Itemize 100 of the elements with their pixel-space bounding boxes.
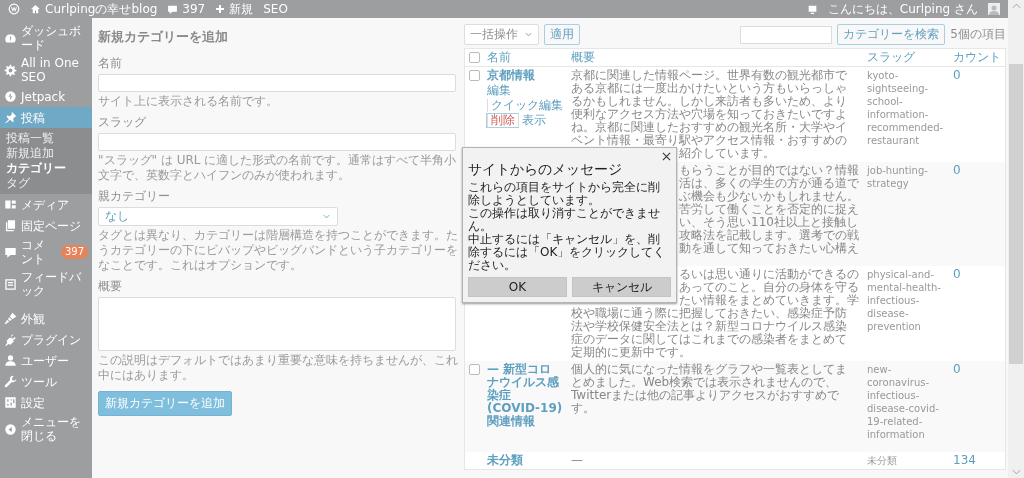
menu-item[interactable]: ツール: [0, 371, 92, 392]
help-text: "スラッグ" は URL に適した形式の名前です。通常はすべて半角小文字で、英数字とハイフンのみが使われます。: [98, 153, 458, 183]
add-category-button[interactable]: 新規カテゴリーを追加: [98, 391, 232, 416]
description-text: あってのこと。自分の身体を守る: [679, 281, 859, 294]
seo-link[interactable]: SEO: [263, 2, 288, 16]
category-link[interactable]: 未分類: [487, 454, 563, 467]
menu-item[interactable]: メディア: [0, 194, 92, 215]
menu-item[interactable]: フィードバック: [0, 268, 92, 300]
checkbox[interactable]: [469, 70, 480, 81]
column-header[interactable]: 概要: [571, 50, 595, 64]
help-text: 中にはあります。: [98, 368, 195, 383]
description-text: い、そう思い110社以上と接触し: [679, 216, 858, 229]
user-icon: [4, 354, 17, 367]
description-text: たい情報をまとめていきます。学: [679, 294, 859, 307]
dialog-message: 中止するには「キャンセル」を、削除するには「OK」をクリックしてください。: [468, 233, 667, 272]
menu-item[interactable]: ダッシュボード: [0, 22, 92, 54]
greeting-link[interactable]: こんにちは、Curlping さん: [827, 0, 978, 18]
chevron-down-icon: [322, 212, 331, 221]
slug-text: job-hunting-strategy: [867, 165, 928, 189]
site-name-link[interactable]: Curlpingの幸せblog: [45, 0, 158, 18]
comment-icon: [167, 3, 179, 15]
submenu-item[interactable]: カテゴリー: [0, 161, 92, 176]
menu-item[interactable]: プラグイン: [0, 329, 92, 350]
description-text: もらうことが目的ではない？情報: [679, 164, 859, 177]
field-label: 名前: [98, 55, 122, 72]
home-icon: [30, 3, 41, 15]
menu-item[interactable]: 固定ページ: [0, 215, 92, 236]
menu-item[interactable]: コメント 397: [0, 236, 92, 268]
checkbox[interactable]: [469, 364, 480, 375]
menu-item[interactable]: 投稿: [0, 107, 92, 128]
description-field[interactable]: [98, 297, 456, 351]
menu-item[interactable]: 設定: [0, 392, 92, 413]
column-header[interactable]: カウント: [953, 50, 1001, 64]
brush-icon: [4, 312, 17, 325]
help-text: サイト上に表示される名前です。: [98, 94, 279, 109]
scrollbar[interactable]: [1008, 0, 1024, 478]
category-link[interactable]: — 新型コロナウイルス感染症(COVID-19)関連情報: [487, 363, 563, 428]
scroll-down-icon[interactable]: [1011, 469, 1021, 475]
slug-text: new-coronavirus-infectious-disease-covid-19-related-information: [867, 364, 939, 440]
count-link[interactable]: 0: [953, 267, 961, 281]
menu-item[interactable]: ユーザー: [0, 350, 92, 371]
form-title: 新規カテゴリーを追加: [98, 28, 228, 46]
search-button[interactable]: カテゴリーを検索: [837, 24, 946, 45]
wrench-icon: [4, 375, 17, 388]
help-text: うカテゴリーの下にビバップやビッグバンドという子カテゴリーを: [98, 243, 458, 258]
description-text: Twitterまたは他の記事よりアクセスがおすすめで: [571, 389, 840, 402]
column-header[interactable]: 名前: [487, 50, 511, 64]
settings-icon: [4, 63, 17, 77]
pin-icon: [4, 111, 17, 124]
parent-category-select[interactable]: なし: [98, 207, 338, 226]
description-text: 個人的に気になった情報をグラフや一覧表としてま: [571, 363, 847, 376]
text-field[interactable]: [98, 133, 456, 151]
dialog-button[interactable]: キャンセル: [572, 277, 671, 297]
description-text: ね。京都に関連したおすすめの観光名所・大学やイ: [571, 121, 847, 134]
column-header[interactable]: スラッグ: [867, 50, 915, 64]
description-text: ベント情報・最寄り駅やアクセス情報・おすすめの: [571, 134, 847, 147]
close-icon[interactable]: [662, 152, 671, 161]
action-link[interactable]: 表示: [518, 114, 549, 127]
description-text: 法や学校保健安全法とは？新型コロナウイルス感染: [571, 320, 847, 333]
search-field[interactable]: [740, 25, 833, 44]
submenu-item[interactable]: タグ: [0, 176, 92, 191]
menu-item[interactable]: Jetpack: [0, 86, 92, 107]
field-label: スラッグ: [98, 114, 146, 131]
description-text: 紹介しています。: [679, 147, 775, 160]
comment-count-link[interactable]: 397: [182, 2, 206, 16]
submenu-item[interactable]: 新規追加: [0, 146, 92, 161]
count-link[interactable]: 0: [953, 362, 961, 376]
description-text: 攻略法を記載します。選考での戦: [679, 229, 859, 242]
menu-item[interactable]: All in One SEO: [0, 54, 92, 86]
settings-icon: [4, 396, 17, 409]
help-text: なことです。これはオプションです。: [98, 258, 303, 273]
dialog-message: これらの項目をサイトから完全に削除しようとしています。: [468, 181, 661, 207]
apply-button[interactable]: 適用: [544, 24, 580, 45]
avatar-icon[interactable]: [988, 3, 1000, 15]
dialog-message: この操作は取り消すことができません。: [468, 207, 661, 233]
description-text: 校や職場に通う際に把握しておきたい、感染症予防: [571, 307, 847, 320]
scroll-up-icon[interactable]: [1011, 3, 1021, 9]
new-link[interactable]: 新規: [229, 0, 254, 18]
dialog-button[interactable]: OK: [468, 277, 567, 297]
count-link[interactable]: 0: [953, 163, 961, 177]
pages-icon: [4, 219, 17, 232]
delete-link[interactable]: 削除: [487, 114, 518, 127]
category-link[interactable]: 京都情報: [487, 69, 563, 82]
checkbox[interactable]: [469, 52, 480, 63]
description-text: 症のデータに関してはこれまでの感染者をまとめて: [571, 333, 847, 346]
collapse-menu-button[interactable]: メニューを閉じる: [0, 413, 92, 445]
form-icon: [4, 277, 17, 291]
action-link[interactable]: クイック編集: [487, 99, 566, 112]
text-field[interactable]: [98, 74, 456, 92]
field-label: 概要: [98, 278, 122, 295]
slug-text: kyoto-sightseeing-school-information-recommended-restaurant: [867, 70, 944, 146]
item-count: 5個の項目: [950, 26, 1006, 43]
count-link[interactable]: 134: [953, 453, 976, 467]
action-link[interactable]: 編集: [487, 84, 514, 97]
count-link[interactable]: 0: [953, 68, 961, 82]
menu-item[interactable]: 外観: [0, 308, 92, 329]
plus-icon: [215, 4, 226, 14]
dialog-title: サイトからのメッセージ: [468, 161, 623, 178]
submenu-item[interactable]: 投稿一覧: [0, 131, 92, 146]
bulk-action-select[interactable]: 一括操作: [464, 24, 539, 45]
